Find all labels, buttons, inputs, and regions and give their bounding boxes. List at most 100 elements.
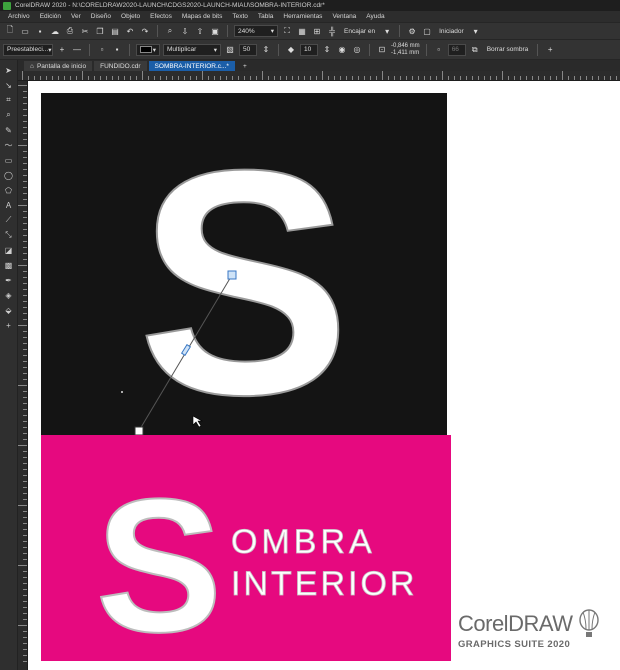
full-screen-icon[interactable]: ⛶ xyxy=(281,25,293,37)
rectangle-tool-icon[interactable]: ▭ xyxy=(3,154,15,166)
menu-diseno[interactable]: Diseño xyxy=(91,13,111,20)
add-tool-icon[interactable]: + xyxy=(3,319,15,331)
menu-texto[interactable]: Texto xyxy=(232,13,248,20)
feather-direction-icon[interactable]: ◉ xyxy=(336,44,348,56)
zoom-value: 240% xyxy=(238,27,255,35)
copy-icon[interactable]: ❐ xyxy=(94,25,106,37)
vertical-ruler[interactable] xyxy=(18,81,28,670)
print-icon[interactable]: ⎙ xyxy=(64,25,76,37)
paste-icon[interactable]: ▤ xyxy=(109,25,121,37)
launcher-icon[interactable]: ▢ xyxy=(421,25,433,37)
rulers-icon[interactable]: ⊞ xyxy=(311,25,323,37)
open-icon[interactable]: ▭ xyxy=(19,25,31,37)
ruler-tick xyxy=(23,241,27,242)
offset-x-value[interactable]: -0,846 mm xyxy=(391,43,420,50)
menu-efectos[interactable]: Efectos xyxy=(150,13,172,20)
remove-preset-icon[interactable]: — xyxy=(71,44,83,56)
menu-mapas-de-bits[interactable]: Mapas de bits xyxy=(182,13,222,20)
text-tool-icon[interactable]: A xyxy=(3,199,15,211)
pink-rectangle[interactable]: S OMBRA INTERIOR xyxy=(41,435,451,661)
drop-shadow-icon[interactable]: ▫ xyxy=(96,44,108,56)
snap-to-button[interactable]: Encajar en xyxy=(341,28,378,35)
menu-ventana[interactable]: Ventana xyxy=(332,13,356,20)
feather-field[interactable]: 10 xyxy=(300,43,318,56)
undo-icon[interactable]: ↶ xyxy=(124,25,136,37)
launcher-button[interactable]: Iniciador xyxy=(436,28,467,35)
big-s-letter[interactable]: S xyxy=(136,102,351,435)
shadow-color-select[interactable]: ▾ xyxy=(136,43,160,56)
stepper-icon[interactable]: ⇕ xyxy=(260,44,272,56)
inner-shadow-icon[interactable]: ▪ xyxy=(111,44,123,56)
crop-tool-icon[interactable]: ⌗ xyxy=(3,94,15,106)
ruler-tick xyxy=(76,76,77,80)
chevron-down-icon: ▾ xyxy=(213,46,217,54)
parallel-dimension-icon[interactable]: ⟋ xyxy=(3,214,15,226)
chevron-down-icon[interactable]: ▾ xyxy=(381,25,393,37)
clear-shadow-button[interactable]: Borrar sombra xyxy=(484,46,532,53)
offset-y-value[interactable]: -1,411 mm xyxy=(391,50,420,57)
ruler-tick xyxy=(142,71,143,80)
shadow-start-handle[interactable] xyxy=(227,270,237,280)
shadow-angle-icon[interactable]: ▫ xyxy=(433,44,445,56)
chevron-down-icon[interactable]: ▾ xyxy=(470,25,482,37)
horizontal-ruler[interactable] xyxy=(18,71,620,81)
search-icon[interactable]: ⌕ xyxy=(164,25,176,37)
shape-tool-icon[interactable]: ↘ xyxy=(3,79,15,91)
menu-objeto[interactable]: Objeto xyxy=(121,13,140,20)
dark-rectangle[interactable]: S xyxy=(41,93,447,435)
eyedropper-tool-icon[interactable]: ✒ xyxy=(3,274,15,286)
feather-edge-icon[interactable]: ◎ xyxy=(351,44,363,56)
menu-ver[interactable]: Ver xyxy=(71,13,81,20)
interactive-fill-icon[interactable]: ◈ xyxy=(3,289,15,301)
redo-icon[interactable]: ↷ xyxy=(139,25,151,37)
menu-ayuda[interactable]: Ayuda xyxy=(366,13,384,20)
tab-fundido[interactable]: FUNDIDO.cdr xyxy=(94,61,147,71)
gear-icon[interactable]: ⚙ xyxy=(406,25,418,37)
drop-shadow-tool-icon[interactable]: ◪ xyxy=(3,244,15,256)
property-bar: Preestableci... ▾ + — ▫ ▪ ▾ Multiplicar ▾ … xyxy=(0,40,620,60)
menu-herramientas[interactable]: Herramientas xyxy=(283,13,322,20)
freehand-tool-icon[interactable]: ✎ xyxy=(3,124,15,136)
menu-archivo[interactable]: Archivo xyxy=(8,13,30,20)
zoom-tool-icon[interactable]: ⌕ xyxy=(3,109,15,121)
connector-tool-icon[interactable]: ⤡ xyxy=(3,229,15,241)
stretch-field[interactable]: 66 xyxy=(447,43,466,56)
ellipse-tool-icon[interactable]: ◯ xyxy=(3,169,15,181)
pick-tool-icon[interactable]: ➤ xyxy=(3,64,15,76)
grid-icon[interactable]: ▦ xyxy=(296,25,308,37)
import-icon[interactable]: ⇩ xyxy=(179,25,191,37)
title-line-interior[interactable]: INTERIOR xyxy=(231,565,417,604)
shadow-end-handle[interactable] xyxy=(134,426,144,435)
ruler-tick xyxy=(118,76,119,80)
guides-icon[interactable]: ╬ xyxy=(326,25,338,37)
new-document-icon[interactable]: 🗋 xyxy=(4,25,16,37)
menu-tabla[interactable]: Tabla xyxy=(258,13,274,20)
menu-edicion[interactable]: Edición xyxy=(40,13,61,20)
cloud-icon[interactable]: ☁ xyxy=(49,25,61,37)
new-tab-button[interactable]: + xyxy=(237,61,253,71)
cut-icon[interactable]: ✂ xyxy=(79,25,91,37)
artistic-media-icon[interactable]: 〜 xyxy=(3,139,15,151)
tab-sombra-interior[interactable]: SOMBRA-INTERIOR.c...* xyxy=(148,61,235,71)
export-icon[interactable]: ⇧ xyxy=(194,25,206,37)
transparency-tool-icon[interactable]: ▩ xyxy=(3,259,15,271)
drawing-canvas[interactable]: S S OMBRA INTERIOR CorelDRAW GRAPHICS SU… xyxy=(28,81,620,670)
title-line-ombra[interactable]: OMBRA xyxy=(231,523,376,562)
opacity-field[interactable]: 50 xyxy=(239,43,257,56)
shadow-offset[interactable]: -0,846 mm -1,411 mm xyxy=(391,43,420,57)
copy-shadow-icon[interactable]: ⧉ xyxy=(469,44,481,56)
stepper-icon[interactable]: ⇕ xyxy=(321,44,333,56)
polygon-tool-icon[interactable]: ⬠ xyxy=(3,184,15,196)
zoom-level-select[interactable]: 240% ▾ xyxy=(234,25,278,37)
blend-mode-select[interactable]: Multiplicar ▾ xyxy=(163,43,221,56)
tab-home[interactable]: ⌂ Pantalla de inicio xyxy=(24,61,93,71)
ruler-tick xyxy=(18,445,27,446)
save-icon[interactable]: ▪ xyxy=(34,25,46,37)
preset-select[interactable]: Preestableci... ▾ xyxy=(3,43,53,56)
add-preset-icon[interactable]: + xyxy=(56,44,68,56)
smart-fill-icon[interactable]: ⬙ xyxy=(3,304,15,316)
add-icon[interactable]: + xyxy=(544,44,556,56)
ruler-tick xyxy=(23,193,27,194)
pdf-icon[interactable]: ▣ xyxy=(209,25,221,37)
title-big-s[interactable]: S xyxy=(95,459,224,661)
